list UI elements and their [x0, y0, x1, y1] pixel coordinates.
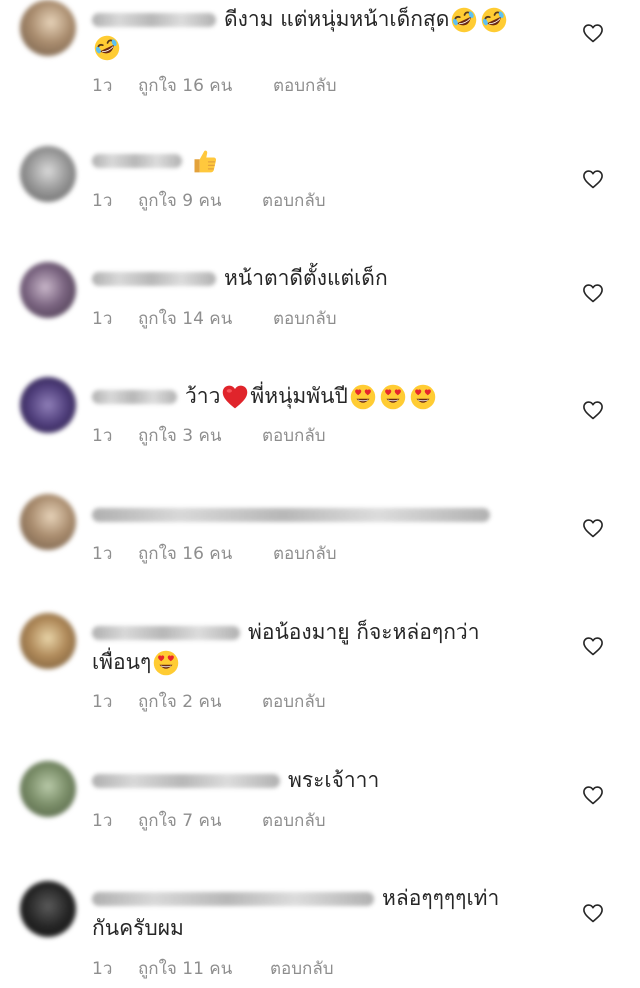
comment-likes[interactable]: ถูกใจ 14 คน: [138, 308, 232, 330]
avatar[interactable]: [20, 881, 76, 937]
like-heart-icon[interactable]: [582, 23, 604, 43]
comment-text-line: ว้าว พี่หนุ่มพันปี: [92, 381, 438, 411]
rofl-emoji: [450, 6, 478, 34]
comment-text-line: หน้าตาดีตั้งแต่เด็ก: [92, 263, 388, 293]
username-blurred[interactable]: [92, 774, 280, 788]
avatar[interactable]: [20, 761, 76, 817]
username-blurred[interactable]: [92, 892, 374, 906]
comment-likes[interactable]: ถูกใจ 9 คน: [138, 190, 221, 212]
username-blurred[interactable]: [92, 390, 177, 404]
comment-time: 1ว: [92, 959, 113, 979]
comment-time: 1ว: [92, 811, 113, 831]
comment-text-line: ดีงาม แต่หนุ่มหน้าเด็กสุด: [92, 4, 509, 34]
comment-text-line: กันครับผม: [92, 913, 184, 943]
like-heart-icon[interactable]: [582, 283, 604, 303]
rofl-emoji: [93, 34, 121, 62]
comment-time: 1ว: [92, 309, 113, 329]
avatar[interactable]: [20, 494, 76, 550]
comment-time: 1ว: [92, 426, 113, 446]
heart-eyes-emoji: [379, 383, 407, 411]
heart-eyes-emoji: [152, 649, 180, 677]
comment-text-line: เพื่อนๆ: [92, 647, 181, 677]
comment-time: 1ว: [92, 544, 113, 564]
username-blurred[interactable]: [92, 154, 182, 168]
reply-button[interactable]: ตอบกลับ: [262, 425, 326, 447]
comment-time: 1ว: [92, 76, 113, 96]
comment-likes[interactable]: ถูกใจ 7 คน: [138, 810, 221, 832]
comment-likes[interactable]: ถูกใจ 16 คน: [138, 543, 232, 565]
like-heart-icon[interactable]: [582, 785, 604, 805]
reply-button[interactable]: ตอบกลับ: [270, 958, 334, 980]
heart-eyes-emoji: [349, 383, 377, 411]
reply-button[interactable]: ตอบกลับ: [273, 308, 337, 330]
comment-text-line: หล่อๆๆๆๆเท่า: [92, 883, 499, 913]
comment-text: ว้าว: [185, 384, 221, 408]
username-blurred[interactable]: [92, 272, 216, 286]
avatar[interactable]: [20, 0, 76, 56]
thumbs-up-emoji: [191, 147, 219, 175]
comment-text: เพื่อนๆ: [92, 650, 152, 674]
comment-text: พ่อน้องมายู ก็จะหล่อๆกว่า: [248, 620, 480, 644]
avatar[interactable]: [20, 613, 76, 669]
comment-likes[interactable]: ถูกใจ 3 คน: [138, 425, 221, 447]
comment-time: 1ว: [92, 692, 113, 712]
reply-button[interactable]: ตอบกลับ: [262, 190, 326, 212]
reply-button[interactable]: ตอบกลับ: [262, 691, 326, 713]
reply-button[interactable]: ตอบกลับ: [273, 75, 337, 97]
comment-text: หน้าตาดีตั้งแต่เด็ก: [224, 266, 388, 290]
comment-likes[interactable]: ถูกใจ 16 คน: [138, 75, 232, 97]
username-blurred[interactable]: [92, 13, 216, 27]
heart-eyes-emoji: [409, 383, 437, 411]
comment-text-line: พระเจ้าาา: [92, 765, 379, 795]
comment-likes[interactable]: ถูกใจ 11 คน: [138, 958, 232, 980]
avatar[interactable]: [20, 377, 76, 433]
comment-text: หล่อๆๆๆๆเท่า: [382, 886, 500, 910]
comment-text-line: [92, 145, 220, 175]
red-heart-emoji: [221, 383, 249, 411]
comment-text-line: [92, 499, 498, 529]
avatar[interactable]: [20, 262, 76, 318]
like-heart-icon[interactable]: [582, 518, 604, 538]
comment-likes[interactable]: ถูกใจ 2 คน: [138, 691, 221, 713]
like-heart-icon[interactable]: [582, 400, 604, 420]
like-heart-icon[interactable]: [582, 169, 604, 189]
comment-text: ดีงาม แต่หนุ่มหน้าเด็กสุด: [224, 7, 450, 31]
comment-time: 1ว: [92, 191, 113, 211]
reply-button[interactable]: ตอบกลับ: [262, 810, 326, 832]
like-heart-icon[interactable]: [582, 903, 604, 923]
username-blurred[interactable]: [92, 508, 490, 522]
like-heart-icon[interactable]: [582, 636, 604, 656]
comment-text: พระเจ้าาา: [288, 768, 380, 792]
username-blurred[interactable]: [92, 626, 240, 640]
reply-button[interactable]: ตอบกลับ: [273, 543, 337, 565]
comment-text-line: พ่อน้องมายู ก็จะหล่อๆกว่า: [92, 617, 480, 647]
comment-text-line: [92, 32, 122, 62]
rofl-emoji: [480, 6, 508, 34]
comment-text: กันครับผม: [92, 916, 184, 940]
comment-text: พี่หนุ่มพันปี: [250, 384, 348, 408]
avatar[interactable]: [20, 146, 76, 202]
